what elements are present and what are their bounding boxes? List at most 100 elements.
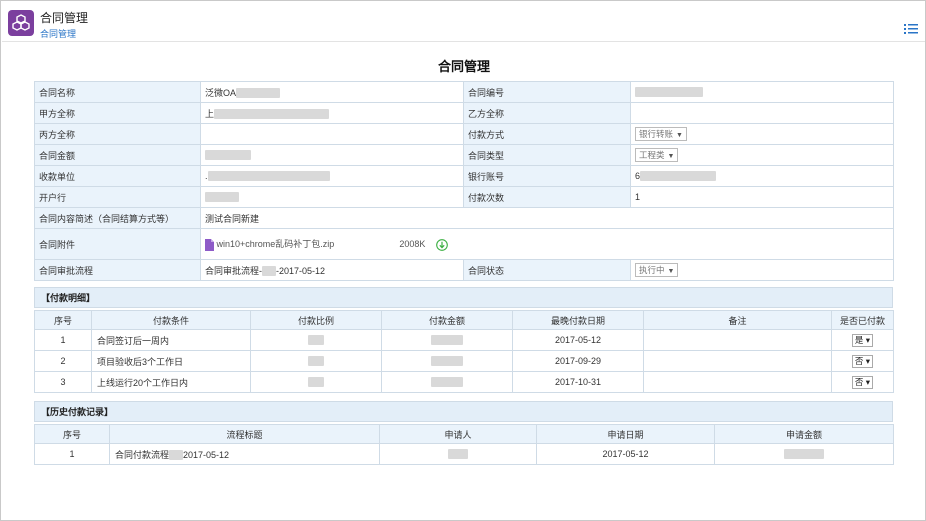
payment-detail-table: 序号 付款条件 付款比例 付款金额 最晚付款日期 备注 是否已付款 1 合同签订… [34, 310, 894, 393]
column-header: 流程标题 [109, 424, 380, 444]
bank-label: 开户行 [34, 186, 201, 208]
flow-label: 合同审批流程 [34, 259, 201, 281]
paid-selected: 否 [854, 355, 864, 366]
contract-info-table: 合同名称 泛微OA 合同编号 甲方全称 上 乙方全称 丙方全称 付款方式 银行转… [34, 81, 894, 281]
attachment-size: 2008K [399, 239, 426, 250]
party-b-value [630, 102, 894, 124]
file-icon [205, 238, 214, 251]
contract-type-select[interactable]: 工程类 ▼ [635, 148, 679, 162]
payee-label: 收款单位 [34, 165, 201, 187]
column-header: 是否已付款 [831, 310, 894, 330]
status-label: 合同状态 [463, 259, 631, 281]
party-a-text: 上 [205, 108, 215, 119]
party-a-value: 上 [200, 102, 464, 124]
remark [643, 371, 832, 393]
pay-ratio [250, 329, 382, 351]
paid-select[interactable]: 是 ▾ [851, 333, 874, 347]
party-c-value [200, 123, 464, 145]
pay-count-value: 1 [630, 186, 894, 208]
payment-detail-title: 【付款明细】 [34, 287, 893, 308]
redacted-text [236, 88, 281, 99]
contract-amount-value [200, 144, 464, 166]
pay-condition: 项目验收后3个工作日 [91, 350, 251, 372]
row-number: 1 [34, 329, 92, 351]
redacted-text [205, 192, 239, 203]
attachment-label: 合同附件 [34, 228, 201, 260]
payment-history-title: 【历史付款记录】 [34, 401, 893, 422]
payment-history-section: 【历史付款记录】 序号 流程标题 申请人 申请日期 申请金额 1 合同付款流程 2… [34, 401, 894, 465]
redacted-text [431, 356, 463, 367]
paid-selected: 否 [854, 376, 864, 387]
column-header: 付款比例 [250, 310, 382, 330]
app-title: 合同管理 [40, 11, 89, 25]
summary-value: 测试合同新建 [200, 207, 894, 229]
contract-name-value: 泛微OA [200, 81, 464, 103]
column-header: 申请金额 [714, 424, 894, 444]
redacted-text [635, 87, 703, 98]
pay-method-cell: 银行转账 ▼ [630, 123, 894, 145]
table-row: 2 项目验收后3个工作日 2017-09-29 否 ▾ [34, 350, 894, 372]
info-row: 开户行 付款次数 1 [34, 186, 894, 208]
status-selected: 执行中 [639, 265, 665, 275]
info-row: 合同附件 win10+chrome乱码补丁包.zip 2008K [34, 228, 894, 260]
paid-cell: 是 ▾ [831, 329, 894, 351]
column-header: 序号 [34, 424, 110, 444]
pay-amount [381, 329, 513, 351]
pay-condition: 上线运行20个工作日内 [91, 371, 251, 393]
paid-select[interactable]: 否 ▾ [851, 375, 874, 389]
column-header: 申请日期 [536, 424, 715, 444]
bank-value [200, 186, 464, 208]
applicant [379, 443, 537, 465]
contract-name-text: 泛微OA [205, 87, 237, 98]
contract-type-selected: 工程类 [639, 150, 665, 160]
latest-pay-date: 2017-09-29 [512, 350, 644, 372]
column-header: 最晚付款日期 [512, 310, 644, 330]
paid-cell: 否 ▾ [831, 350, 894, 372]
pay-condition: 合同签订后一周内 [91, 329, 251, 351]
row-number: 3 [34, 371, 92, 393]
table-row: 1 合同付款流程 2017-05-12 2017-05-12 [34, 443, 894, 465]
cubes-icon [8, 10, 34, 36]
triangle-down-icon: ▾ [865, 355, 871, 366]
paid-select[interactable]: 否 ▾ [851, 354, 874, 368]
breadcrumb[interactable]: 合同管理 [40, 27, 76, 40]
apply-date: 2017-05-12 [536, 443, 715, 465]
pay-method-select[interactable]: 银行转账 ▼ [635, 127, 687, 141]
attachment-link[interactable]: win10+chrome乱码补丁包.zip [217, 239, 335, 249]
flow-text-suffix: -2017-05-12 [276, 265, 326, 276]
column-header: 付款金额 [381, 310, 513, 330]
flow-title-suffix: 2017-05-12 [183, 449, 230, 460]
status-select[interactable]: 执行中 ▼ [635, 263, 679, 277]
contract-amount-label: 合同金额 [34, 144, 201, 166]
redacted-text [262, 266, 276, 277]
contract-number-label: 合同编号 [463, 81, 631, 103]
table-row: 3 上线运行20个工作日内 2017-10-31 否 ▾ [34, 371, 894, 393]
flow-title[interactable]: 合同付款流程 2017-05-12 [109, 443, 380, 465]
remark [643, 329, 832, 351]
info-row: 丙方全称 付款方式 银行转账 ▼ [34, 123, 894, 145]
redacted-text [205, 150, 251, 161]
redacted-text [169, 450, 184, 461]
redacted-text [431, 377, 463, 388]
table-row: 1 合同签订后一周内 2017-05-12 是 ▾ [34, 329, 894, 351]
paid-selected: 是 [854, 334, 864, 345]
info-row: 合同名称 泛微OA 合同编号 [34, 81, 894, 103]
contract-name-label: 合同名称 [34, 81, 201, 103]
redacted-text [207, 171, 330, 182]
paid-cell: 否 ▾ [831, 371, 894, 393]
column-header: 备注 [643, 310, 832, 330]
latest-pay-date: 2017-05-12 [512, 329, 644, 351]
apply-amount [714, 443, 894, 465]
column-header: 序号 [34, 310, 92, 330]
app-window: 合同管理 合同管理 合同管理 合同名称 泛微OA 合同编号 甲方全称 上 乙方全… [0, 0, 926, 521]
list-menu-icon[interactable] [904, 23, 918, 35]
pay-amount [381, 371, 513, 393]
download-icon[interactable] [436, 238, 448, 251]
info-row: 合同金额 合同类型 工程类 ▼ [34, 144, 894, 166]
table-header-row: 序号 流程标题 申请人 申请日期 申请金额 [34, 424, 894, 444]
contract-type-cell: 工程类 ▼ [630, 144, 894, 166]
table-header-row: 序号 付款条件 付款比例 付款金额 最晚付款日期 备注 是否已付款 [34, 310, 894, 330]
party-c-label: 丙方全称 [34, 123, 201, 145]
triangle-down-icon: ▼ [667, 153, 675, 160]
payee-value: . [200, 165, 464, 187]
